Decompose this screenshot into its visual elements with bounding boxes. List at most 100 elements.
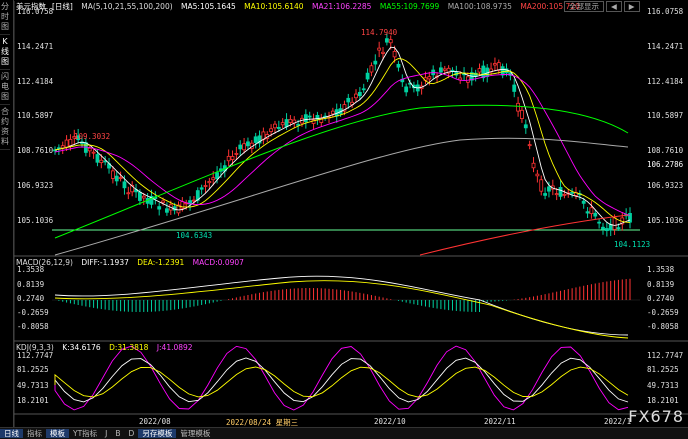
kdj-k-line xyxy=(54,357,629,403)
macd-diff-line xyxy=(54,275,629,336)
bottom-toolbar: 日线 指标 模板 YT指标 J B D 另存模板 管理模板 xyxy=(0,427,688,439)
candle-body-42 xyxy=(215,172,219,180)
candle-body-88 xyxy=(392,51,397,58)
candle-body-66 xyxy=(307,115,312,118)
candle-body-144 xyxy=(608,224,613,231)
macd-axis-4: -0.8058 xyxy=(17,322,49,331)
kdj-axis-right-2: 49.7313 xyxy=(647,381,679,390)
candle-body-38 xyxy=(199,187,204,190)
kdj-j: J:41.0892 xyxy=(156,343,193,352)
candle-body-107 xyxy=(466,76,470,83)
kdj-axis-0: 112.7747 xyxy=(17,351,54,360)
macd-axis-3: -0.2659 xyxy=(17,308,49,317)
candle-body-120 xyxy=(516,102,520,112)
tab-b[interactable]: B xyxy=(111,429,124,438)
candle-body-49 xyxy=(242,143,246,151)
candle-body-100 xyxy=(439,67,443,73)
candle-body-91 xyxy=(404,86,409,93)
kdj-axis-right-3: 18.2101 xyxy=(647,396,679,405)
kdj-axis-3: 18.2101 xyxy=(17,396,49,405)
candle-body-138 xyxy=(585,211,590,214)
candle-body-87 xyxy=(388,39,393,44)
candle-body-141 xyxy=(597,221,602,224)
candle-body-23 xyxy=(141,195,146,199)
candle-body-18 xyxy=(122,181,127,189)
candle-body-27 xyxy=(157,206,162,210)
candle-body-145 xyxy=(612,217,617,230)
candle-body-134 xyxy=(570,191,575,194)
main-legend: 美元指数 [日线] MA(5,10,21,55,100,200) MA5:105.… xyxy=(16,1,586,12)
candle-body-58 xyxy=(276,126,281,129)
candle-body-89 xyxy=(396,63,401,68)
top-buttons: 全部显示 ◀ ▶ xyxy=(562,1,640,12)
kline-chart[interactable] xyxy=(0,0,688,438)
candle-body-114 xyxy=(493,63,497,66)
candle-body-97 xyxy=(427,76,432,80)
candle-body-101 xyxy=(442,68,447,71)
candle-body-124 xyxy=(531,162,536,169)
date-label-3: 2022/11 xyxy=(484,417,516,426)
macd-value: MACD:0.0907 xyxy=(192,258,244,267)
candle-body-126 xyxy=(539,179,544,192)
candle-body-122 xyxy=(523,124,528,129)
macd-axis-2: 0.2740 xyxy=(17,294,45,303)
candle-body-86 xyxy=(384,38,389,43)
candle-body-80 xyxy=(361,88,366,91)
price-axis-right-0: 116.0758 xyxy=(647,7,684,16)
candle-body-46 xyxy=(230,156,235,161)
candle-body-17 xyxy=(118,177,123,179)
candle-body-146 xyxy=(616,227,621,229)
annotation-right-low: 104.1123 xyxy=(614,240,651,249)
kdj-axis-2: 49.7313 xyxy=(17,381,49,390)
kdj-d: D:31.3818 xyxy=(109,343,149,352)
candle-body-131 xyxy=(558,187,563,197)
candle-body-84 xyxy=(377,47,382,51)
candle-body-72 xyxy=(330,110,335,115)
price-axis-5: 106.9323 xyxy=(17,181,54,190)
annotation-left-low: 104.6343 xyxy=(176,231,213,240)
price-axis-6: 105.1036 xyxy=(17,216,54,225)
tab-daily[interactable]: 日线 xyxy=(0,429,23,438)
price-axis-1: 114.2471 xyxy=(17,42,54,51)
candle-body-15 xyxy=(110,170,115,179)
candle-body-82 xyxy=(369,65,374,73)
price-axis-right-6: 105.1036 xyxy=(647,216,684,225)
candle-body-39 xyxy=(203,185,208,187)
kdj-k: K:34.6176 xyxy=(62,343,101,352)
tab-manage-template[interactable]: 管理模板 xyxy=(176,429,214,438)
candle-body-127 xyxy=(543,193,548,196)
candle-body-48 xyxy=(238,144,243,150)
scroll-left-button[interactable]: ◀ xyxy=(606,1,622,12)
candle-body-41 xyxy=(211,177,216,181)
price-axis-0: 116.0758 xyxy=(17,7,54,16)
scroll-right-button[interactable]: ▶ xyxy=(623,1,640,12)
tab-yt-indicator[interactable]: YT指标 xyxy=(69,429,101,438)
annotation-high: 114.7940 xyxy=(361,28,398,37)
date-label-2: 2022/10 xyxy=(374,417,406,426)
tab-save-template[interactable]: 另存模板 xyxy=(138,429,177,438)
candle-body-59 xyxy=(280,122,285,126)
candle-body-111 xyxy=(481,65,486,79)
tab-template[interactable]: 模板 xyxy=(46,429,69,438)
legend-ma5: MA5:105.1645 xyxy=(181,2,236,11)
tab-d[interactable]: D xyxy=(125,429,139,438)
tab-indicator[interactable]: 指标 xyxy=(23,429,46,438)
candle-body-36 xyxy=(192,199,196,202)
candle-body-45 xyxy=(226,155,231,162)
legend-ma100: MA100:108.9735 xyxy=(447,2,512,11)
macd-axis-right-4: -0.8058 xyxy=(647,322,679,331)
candle-body-130 xyxy=(554,193,559,196)
legend-ma-name: MA(5,10,21,55,100,200) xyxy=(81,2,173,11)
tab-j[interactable]: J xyxy=(101,429,111,438)
fx678-watermark: FX678 xyxy=(628,407,684,426)
candle-body-142 xyxy=(601,226,605,230)
candle-body-140 xyxy=(593,212,598,217)
candle-body-3 xyxy=(64,139,69,148)
show-all-button[interactable]: 全部显示 xyxy=(564,1,604,12)
candle-body-110 xyxy=(477,68,482,73)
candle-body-28 xyxy=(161,200,165,203)
legend-ma10: MA10:105.6140 xyxy=(244,2,304,11)
candle-body-121 xyxy=(520,109,524,119)
candle-body-10 xyxy=(91,151,96,154)
price-axis-right-5: 106.9323 xyxy=(647,181,684,190)
